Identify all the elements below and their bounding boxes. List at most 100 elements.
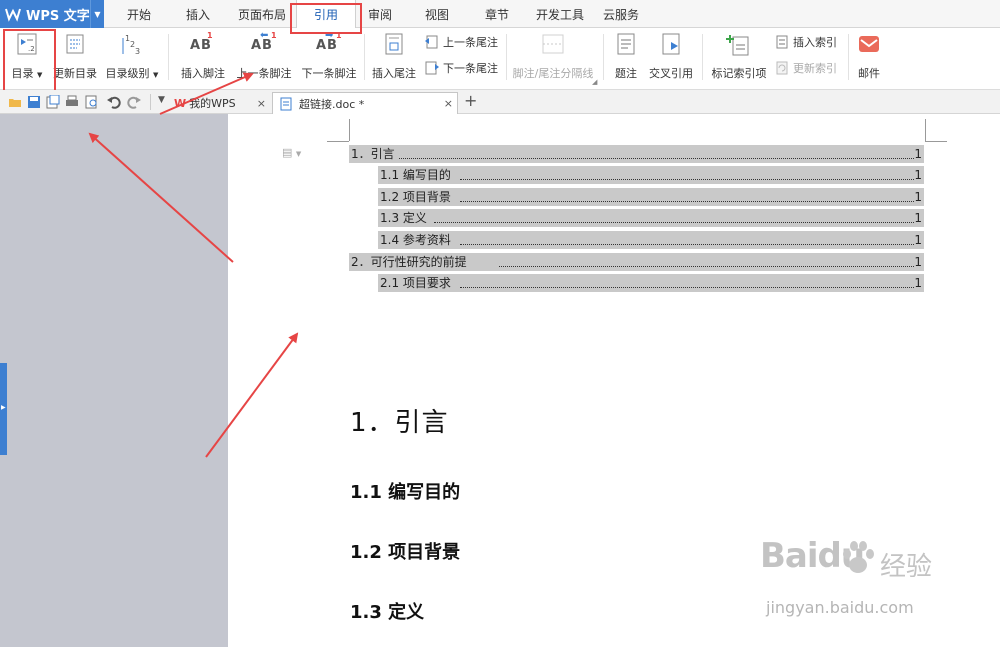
toc-entry[interactable]: 2．可行性研究的前提 1 [349,253,924,271]
toc-leader [460,243,914,245]
toc-entry-text: 1.3 定义 [380,211,427,225]
toc-entry[interactable]: 1.3 定义 1 [378,209,924,227]
toc-entry[interactable]: 1.1 编写目的 1 [378,166,924,184]
menu-bar: WPS 文字 ▼ 开始 插入 页面布局 引用 审阅 视图 章节 开发工具 云服务 [0,0,1000,29]
toc-level-button[interactable]: 1 2 3 目录级别 ▼ [104,30,160,81]
baidu-watermark: Baidu 经验 jingyan.baidu.com [760,536,992,641]
toc-entry[interactable]: 2.1 项目要求 1 [378,274,924,292]
mark-index-button[interactable]: 标记索引项 [708,30,770,81]
toc-page-number: 1 [914,190,922,204]
tab-page-layout[interactable]: 页面布局 [232,0,292,28]
insert-endnote-button[interactable]: 插入尾注 [369,30,419,81]
toolbar-divider [150,94,151,110]
tab-view[interactable]: 视图 [414,0,460,28]
heading-2[interactable]: 1.1 编写目的 [350,478,460,504]
toc-leader [460,178,914,180]
toc-entry[interactable]: 1．引言 1 [349,145,924,163]
toc-entry-text: 1.4 参考资料 [380,233,451,247]
update-index-button[interactable]: 更新索引 [774,60,837,76]
heading-1[interactable]: 1．引言 [350,402,449,439]
toc-entry-text: 1.2 项目背景 [380,190,451,204]
mail-icon [859,36,879,52]
chevron-down-icon[interactable]: ▼ [153,71,158,79]
chevron-down-icon[interactable]: ▼ [158,95,165,105]
print-icon[interactable] [65,95,79,109]
next-endnote-button[interactable]: 下一条尾注 [424,60,498,76]
prev-endnote-label: 上一条尾注 [443,36,498,49]
doc-tab-hyperlink[interactable]: 超链接.doc * × [272,92,458,114]
tab-insert[interactable]: 插入 [174,0,222,28]
toc-entry-text: 1.1 编写目的 [380,168,451,182]
quick-access-toolbar: ▼ W 我的WPS × 超链接.doc * × + [0,90,1000,114]
heading-2[interactable]: 1.3 定义 [350,598,424,624]
tab-developer[interactable]: 开发工具 [532,0,588,28]
margin-mark [327,141,349,142]
tab-chapter[interactable]: 章节 [474,0,520,28]
cross-reference-button[interactable]: 交叉引用 [646,30,696,81]
undo-icon[interactable] [107,95,121,109]
app-menu-button[interactable]: WPS 文字 ▼ [0,0,104,28]
toc-leader [399,157,914,159]
next-footnote-button[interactable]: AB ➡ 1 下一条脚注 [299,30,359,81]
margin-mark [925,141,947,142]
ribbon-divider [364,34,365,80]
tab-review[interactable]: 审阅 [358,0,402,28]
mark-index-label: 标记索引项 [711,67,767,80]
toc-leader [499,265,914,267]
note-separator-button[interactable]: 脚注/尾注分隔线 [510,30,596,81]
toc-leader [460,286,914,288]
insert-index-icon [776,35,788,49]
update-toc-label: 更新目录 [53,67,97,80]
insert-index-label: 插入索引 [793,36,837,49]
toc-page-number: 1 [914,233,922,247]
close-icon[interactable]: × [444,97,453,110]
update-index-icon [776,61,788,75]
toc-page-number: 1 [914,276,922,290]
app-title: WPS 文字 [26,8,90,24]
tab-cloud[interactable]: 云服务 [596,0,646,28]
toc-page-number: 1 [914,168,922,182]
doc-tab-label: 超链接.doc * [299,97,365,111]
mail-button[interactable]: 邮件 [852,30,886,81]
chevron-down-icon[interactable]: ▼ [90,0,104,28]
insert-index-button[interactable]: 插入索引 [774,34,837,50]
footnote-icon: AB 1 [190,31,213,53]
close-icon[interactable]: × [257,97,266,110]
update-toc-button[interactable]: 更新目录 [52,30,98,81]
caption-button[interactable]: 题注 [610,30,642,81]
separator-icon [542,34,564,54]
paw-icon [843,541,874,573]
note-separator-label: 脚注/尾注分隔线 [512,67,594,80]
heading-2[interactable]: 1.2 项目背景 [350,538,460,564]
print-preview-icon[interactable] [85,95,99,109]
insert-endnote-label: 插入尾注 [372,67,416,80]
prev-endnote-icon [425,35,438,49]
margin-mark [349,119,350,141]
prev-footnote-button[interactable]: AB ⬅ 1 上一条脚注 [234,30,294,81]
doc-tab-label: 我的WPS [189,97,236,110]
open-folder-icon[interactable] [8,95,22,109]
next-endnote-icon [425,61,439,75]
doc-tab-my-wps[interactable]: W 我的WPS × [174,92,268,114]
toc-leader [434,221,914,223]
dialog-launcher-icon[interactable]: ◢ [592,78,597,86]
save-icon[interactable] [27,95,41,109]
insert-footnote-button[interactable]: AB 1 插入脚注 [176,30,230,81]
cross-reference-label: 交叉引用 [649,67,693,80]
new-tab-icon[interactable]: + [464,91,477,110]
toc-page-number: 1 [914,147,922,161]
ribbon-divider [702,34,703,80]
paragraph-layout-icon[interactable]: ▤ ▼ [282,146,301,159]
caption-label: 题注 [615,67,637,80]
wps-logo-icon: W [174,96,187,110]
toc-level-label: 目录级别 [105,67,150,80]
toc-entry-text: 1．引言 [351,147,395,161]
prev-endnote-button[interactable]: 上一条尾注 [424,34,498,50]
svg-text:3: 3 [135,47,140,56]
save-as-icon[interactable] [46,95,60,109]
toc-entry[interactable]: 1.4 参考资料 1 [378,231,924,249]
redo-icon[interactable] [127,95,141,109]
next-footnote-label: 下一条脚注 [301,67,357,80]
toc-entry[interactable]: 1.2 项目背景 1 [378,188,924,206]
tab-home[interactable]: 开始 [114,0,164,28]
